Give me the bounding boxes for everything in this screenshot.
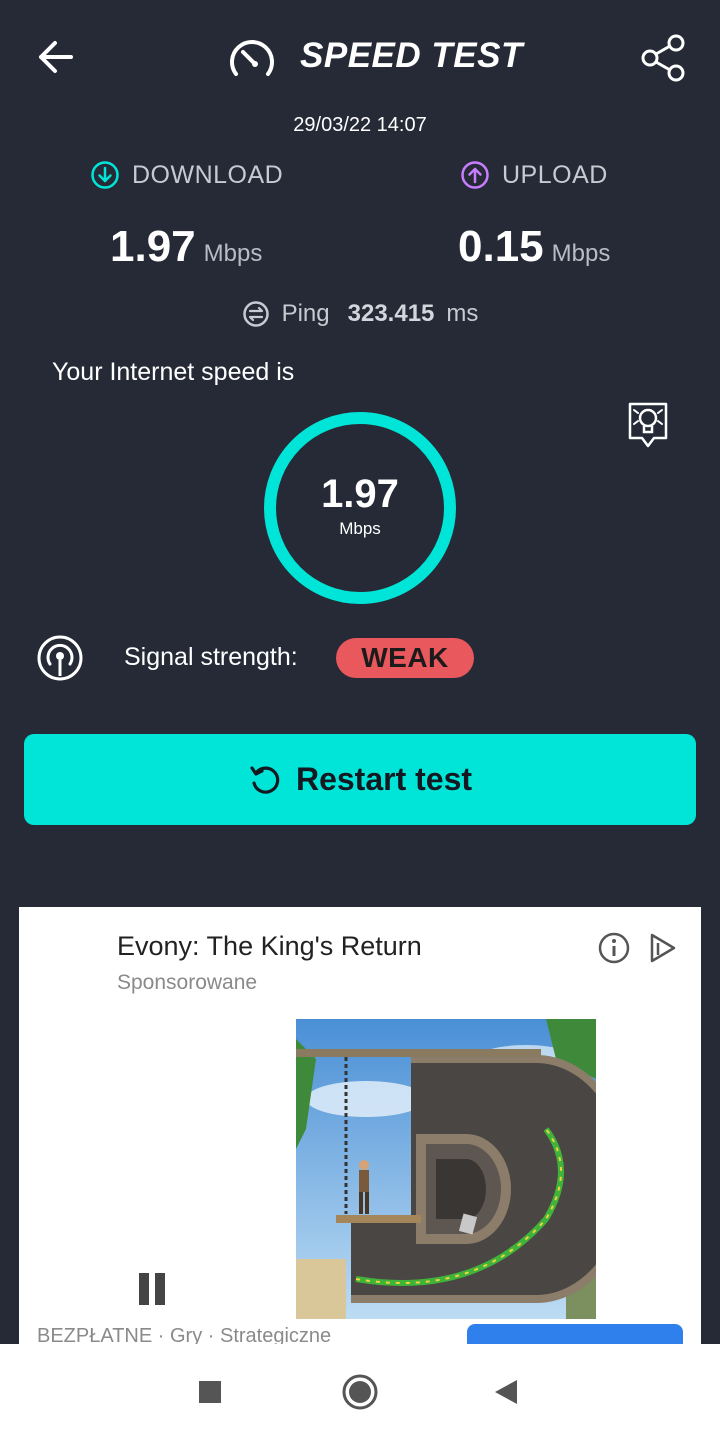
download-number: 1.97	[110, 222, 196, 271]
ad-image[interactable]	[296, 1019, 596, 1319]
share-button[interactable]	[636, 30, 692, 86]
speedometer-icon	[230, 40, 274, 76]
ad-title[interactable]: Evony: The King's Return	[117, 931, 422, 962]
speed-gauge: 1.97 Mbps	[264, 412, 456, 604]
signal-strength-label: Signal strength:	[124, 643, 298, 671]
back-button[interactable]	[30, 34, 80, 80]
home-icon	[342, 1374, 378, 1410]
system-nav-bar	[0, 1344, 720, 1440]
ad-pause-icon[interactable]	[139, 1273, 165, 1305]
lightbulb-icon	[628, 402, 668, 448]
ping-label: Ping	[281, 300, 330, 327]
back-triangle-icon	[495, 1380, 517, 1404]
ping-unit: ms	[446, 300, 479, 327]
upload-label: UPLOAD	[460, 160, 608, 190]
gauge-unit: Mbps	[339, 518, 381, 538]
speed-caption: Your Internet speed is	[52, 358, 295, 386]
upload-value: 0.15 Mbps	[458, 222, 610, 272]
ping-icon	[242, 301, 269, 327]
top-bar: SPEED TEST	[0, 0, 720, 110]
ping-value: 323.415	[347, 300, 435, 327]
share-icon	[641, 34, 685, 82]
app-title: SPEED TEST	[300, 36, 523, 75]
recents-button[interactable]	[162, 1344, 258, 1440]
signal-icon	[36, 634, 84, 682]
restart-label: Restart test	[295, 761, 473, 797]
restart-test-button[interactable]: Restart test	[24, 734, 696, 825]
ad-choices-icon[interactable]	[645, 931, 679, 965]
ad-info-icon[interactable]	[597, 931, 631, 965]
upload-number: 0.15	[458, 222, 544, 271]
back-nav-button[interactable]	[458, 1344, 554, 1440]
download-value: 1.97 Mbps	[110, 222, 262, 272]
ad-sponsored-label: Sponsorowane	[117, 971, 258, 994]
ping-row: Ping 323.415 ms	[0, 300, 720, 328]
tips-button[interactable]	[624, 398, 672, 452]
restart-icon	[250, 765, 280, 794]
app-title-group: SPEED TEST	[226, 30, 523, 82]
home-button[interactable]	[312, 1344, 408, 1440]
signal-strength-badge: WEAK	[336, 638, 474, 678]
recents-icon	[199, 1381, 221, 1403]
download-label: DOWNLOAD	[90, 160, 283, 190]
upload-unit: Mbps	[551, 240, 611, 267]
gauge-value: 1.97	[321, 471, 399, 516]
arrow-left-icon	[39, 41, 73, 73]
download-label-text: DOWNLOAD	[132, 160, 284, 189]
download-unit: Mbps	[203, 240, 263, 267]
upload-arrow-icon	[461, 161, 489, 189]
download-arrow-icon	[91, 161, 119, 189]
upload-label-text: UPLOAD	[502, 160, 608, 189]
test-datetime: 29/03/22 14:07	[293, 114, 427, 136]
ad-card[interactable]: Evony: The King's Return Sponsorowane BE…	[19, 907, 701, 1347]
